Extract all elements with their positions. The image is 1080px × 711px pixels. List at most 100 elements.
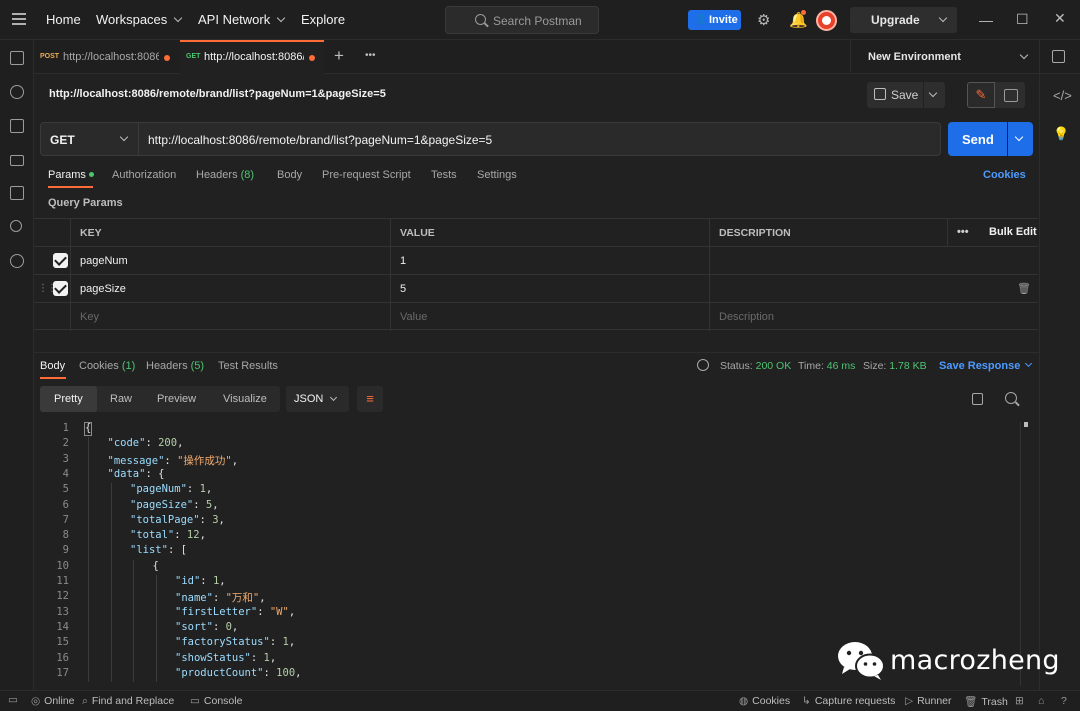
lightbulb-icon[interactable]: 💡 (1053, 126, 1069, 142)
gear-icon[interactable]: ⚙ (757, 11, 770, 29)
mock-servers-icon[interactable] (10, 155, 24, 166)
chevron-down-icon (119, 132, 129, 142)
tab-params[interactable]: Params (48, 169, 94, 181)
apis-icon[interactable] (10, 85, 24, 99)
copy-icon[interactable] (972, 393, 983, 405)
trash-button[interactable]: 🗑 Trash (964, 695, 1008, 708)
param-value-cell[interactable]: 1 (390, 247, 709, 275)
param-key-cell[interactable]: pageNum (70, 247, 390, 275)
two-pane-icon[interactable]: ⊞ (1015, 695, 1028, 707)
save-icon (874, 88, 886, 100)
query-params-label: Query Params (48, 197, 123, 209)
format-select[interactable]: JSON (286, 386, 349, 412)
collections-icon[interactable] (10, 51, 24, 65)
notification-dot (801, 10, 806, 15)
table-header-row: KEY VALUE DESCRIPTION ••• Bulk Edit (34, 218, 1038, 247)
upgrade-button[interactable]: Upgrade (850, 7, 957, 33)
send-options-button[interactable] (1008, 122, 1033, 156)
param-key-cell[interactable]: pageSize (70, 275, 390, 303)
new-tab-button[interactable]: + (334, 40, 350, 74)
tab-pre-request-script[interactable]: Pre-request Script (322, 169, 411, 181)
param-description-cell[interactable] (709, 275, 1038, 303)
response-tab-test-results[interactable]: Test Results (218, 360, 278, 372)
bootcamp-icon[interactable]: ⌂ (1038, 695, 1048, 707)
tab-method: POST (40, 53, 60, 60)
history-icon[interactable] (10, 254, 24, 268)
row-checkbox[interactable] (53, 253, 68, 268)
invite-button[interactable]: 👤 Invite (688, 10, 741, 30)
minimize-icon[interactable]: — (979, 12, 993, 28)
tab-body[interactable]: Body (277, 169, 302, 181)
find-replace-button[interactable]: ⌕ Find and Replace (82, 695, 174, 708)
runner-button[interactable]: ▷ Runner (905, 695, 952, 707)
request-tab-post[interactable]: POST http://localhost:8086/ (34, 40, 179, 74)
response-tab-headers[interactable]: Headers (5) (146, 360, 204, 372)
method-select[interactable]: GET (41, 123, 139, 155)
save-button[interactable]: Save (867, 82, 923, 108)
console-button[interactable]: ▭ Console (190, 695, 242, 707)
response-tab-body[interactable]: Body (40, 360, 65, 372)
environment-select[interactable]: New Environment (850, 40, 1040, 74)
tab-settings[interactable]: Settings (477, 169, 517, 181)
tab-headers[interactable]: Headers (8) (196, 169, 254, 181)
tab-tests[interactable]: Tests (431, 169, 457, 181)
trash-icon[interactable]: 🗑 (1017, 282, 1031, 295)
online-status[interactable]: ◎ Online (31, 695, 75, 707)
nav-workspaces[interactable]: Workspaces (96, 12, 183, 27)
save-response-button[interactable]: Save Response (939, 359, 1033, 372)
request-tab-get[interactable]: GET http://localhost:8086/r (180, 40, 324, 74)
send-button[interactable]: Send (948, 122, 1007, 156)
code-icon[interactable]: </> (1053, 88, 1072, 103)
view-tab-raw[interactable]: Raw (97, 386, 145, 412)
menu-icon[interactable] (12, 13, 26, 25)
new-description-input[interactable]: Description (709, 303, 1038, 331)
code-text: "totalPage": 3, (130, 513, 225, 526)
edit-icon[interactable]: ✎ (967, 82, 995, 108)
bracket-match-highlight (84, 422, 92, 436)
view-tab-visualize[interactable]: Visualize (207, 386, 280, 412)
more-tabs-button[interactable]: ••• (365, 40, 381, 74)
header-key: KEY (70, 219, 390, 247)
response-tab-cookies[interactable]: Cookies (1) (79, 360, 135, 372)
chevron-down-icon (928, 88, 938, 98)
nav-explore[interactable]: Explore (301, 12, 345, 27)
documentation-icon[interactable] (995, 82, 1025, 108)
help-icon[interactable]: ? (1061, 695, 1071, 707)
nav-api-network[interactable]: API Network (198, 12, 286, 27)
view-tab-preview[interactable]: Preview (145, 386, 207, 412)
indent-guide (110, 483, 112, 683)
view-tab-pretty[interactable]: Pretty (40, 386, 97, 412)
search-input[interactable]: Search Postman (445, 6, 599, 34)
close-icon[interactable]: ✕ (1054, 10, 1066, 27)
monitors-icon[interactable] (10, 186, 24, 200)
code-text: "name": "万和", (175, 592, 266, 605)
tab-authorization[interactable]: Authorization (112, 169, 176, 181)
request-name: http://localhost:8086/remote/brand/list?… (49, 88, 386, 100)
table-row: pageNum 1 (34, 246, 1038, 275)
flows-icon[interactable] (10, 220, 22, 232)
nav-home[interactable]: Home (46, 12, 81, 27)
new-key-input[interactable]: Key (70, 303, 390, 331)
param-value-cell[interactable]: 5 (390, 275, 709, 303)
save-options-button[interactable] (924, 82, 945, 108)
capture-requests-button[interactable]: ↳ Capture requests (802, 695, 895, 707)
layout-icon[interactable]: ▭ (8, 694, 22, 706)
search-icon[interactable] (1005, 392, 1017, 404)
row-checkbox[interactable] (53, 281, 68, 296)
new-value-input[interactable]: Value (390, 303, 709, 331)
param-description-cell[interactable] (709, 247, 1038, 275)
environment-quick-look-icon[interactable] (1052, 50, 1065, 63)
more-options-icon[interactable]: ••• (957, 226, 969, 238)
cookies-button[interactable]: ◍ Cookies (739, 695, 790, 707)
globe-icon[interactable] (697, 359, 709, 371)
format-label: JSON (294, 393, 324, 405)
maximize-icon[interactable]: ☐ (1016, 11, 1029, 28)
url-input[interactable]: http://localhost:8086/remote/brand/list?… (148, 133, 492, 147)
cookies-link[interactable]: Cookies (983, 169, 1026, 181)
invite-label: Invite (709, 14, 738, 26)
bulk-edit-button[interactable]: Bulk Edit (989, 226, 1037, 238)
cookie-icon: ◍ (739, 695, 749, 707)
avatar[interactable] (816, 10, 837, 31)
wrap-lines-icon[interactable]: ≡ (357, 386, 383, 412)
environments-icon[interactable] (10, 119, 24, 133)
